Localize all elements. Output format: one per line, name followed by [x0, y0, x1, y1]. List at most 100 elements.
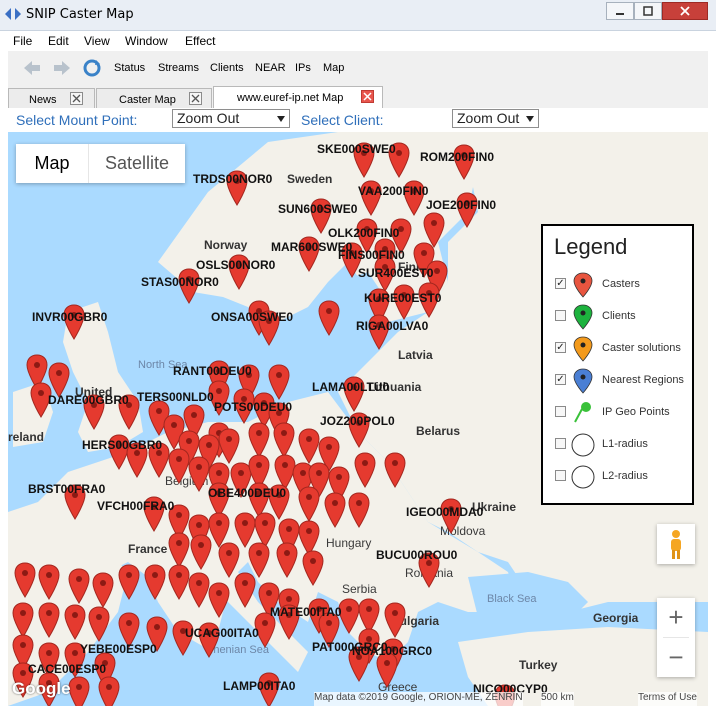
caster-pin-icon[interactable]	[144, 564, 166, 600]
caster-pin-icon[interactable]	[384, 452, 406, 488]
refresh-icon[interactable]	[82, 58, 102, 78]
legend-checkbox[interactable]	[555, 406, 566, 417]
tab-caster-map[interactable]: Caster Map	[96, 88, 212, 108]
station-label: SUN600SWE0	[278, 202, 358, 216]
close-window-button[interactable]	[662, 2, 708, 20]
place-label: Black Sea	[487, 593, 537, 605]
legend-item: Clients	[555, 304, 685, 330]
toolbar-streams[interactable]: Streams	[158, 62, 199, 74]
caster-pin-icon[interactable]	[68, 676, 90, 706]
tab-news[interactable]: News	[8, 88, 95, 108]
caster-pin-icon[interactable]	[38, 564, 60, 600]
toolbar-clients[interactable]: Clients	[210, 62, 244, 74]
caster-pin-icon[interactable]	[168, 532, 190, 568]
client-select[interactable]: Zoom Out	[452, 109, 539, 128]
legend-checkbox[interactable]: ✓	[555, 278, 566, 289]
orange-pin-icon	[573, 336, 593, 362]
place-label: Belarus	[416, 424, 461, 438]
client-value: Zoom Out	[457, 110, 520, 126]
terms-link[interactable]: Terms of Use	[638, 692, 697, 706]
menu-file[interactable]: File	[13, 34, 32, 48]
tab-euref-map[interactable]: www.euref-ip.net Map	[213, 86, 383, 108]
caster-pin-icon[interactable]	[324, 492, 346, 528]
caster-pin-icon[interactable]	[118, 564, 140, 600]
caster-pin-icon[interactable]	[273, 422, 295, 458]
station-label: POTS00DEU0	[214, 400, 293, 414]
map-type-map-button[interactable]: Map	[16, 144, 88, 183]
legend-label: IP Geo Points	[602, 406, 670, 418]
maximize-button[interactable]	[634, 2, 662, 20]
client-label: Select Client:	[301, 112, 384, 128]
zoom-in-button[interactable]: +	[657, 598, 695, 637]
legend-title: Legend	[554, 234, 628, 259]
legend-checkbox[interactable]	[555, 438, 566, 449]
caster-pin-icon[interactable]	[38, 602, 60, 638]
caster-pin-icon[interactable]	[190, 534, 212, 570]
place-label: Norway	[204, 238, 248, 252]
zoom-out-button[interactable]: −	[657, 638, 695, 677]
caster-pin-icon[interactable]	[298, 486, 320, 522]
back-arrow-icon[interactable]	[22, 58, 42, 78]
caster-pin-icon[interactable]	[276, 542, 298, 578]
caster-pin-icon[interactable]	[68, 568, 90, 604]
caster-pin-icon[interactable]	[168, 564, 190, 600]
caster-pin-icon[interactable]	[218, 428, 240, 464]
caster-pin-icon[interactable]	[298, 428, 320, 464]
station-label: IGEO00MDA0	[406, 505, 484, 519]
menu-edit[interactable]: Edit	[48, 34, 69, 48]
caster-pin-icon[interactable]	[354, 452, 376, 488]
caster-pin-icon[interactable]	[234, 572, 256, 608]
legend-item: L1-radius	[555, 432, 685, 458]
place-label: Georgia	[593, 611, 639, 625]
tab-close-button[interactable]	[361, 90, 374, 103]
map-type-control: Map Satellite	[16, 144, 185, 183]
caster-pin-icon[interactable]	[168, 448, 190, 484]
map-type-satellite-button[interactable]: Satellite	[88, 144, 185, 183]
place-label: Turkey	[519, 658, 558, 672]
station-label: INVR00GBR0	[32, 310, 108, 324]
legend-checkbox[interactable]	[555, 310, 566, 321]
legend-checkbox[interactable]: ✓	[555, 374, 566, 385]
caster-pin-icon[interactable]	[14, 562, 36, 598]
legend-checkbox[interactable]: ✓	[555, 342, 566, 353]
station-label: YEBE00ESP0	[80, 642, 157, 656]
toolbar-status[interactable]: Status	[114, 62, 145, 74]
google-logo: Google	[12, 679, 71, 698]
caster-pin-icon[interactable]	[384, 602, 406, 638]
street-view-pegman-button[interactable]	[657, 524, 695, 564]
caster-pin-icon[interactable]	[188, 456, 210, 492]
menu-effect[interactable]: Effect	[185, 34, 215, 48]
tab-close-button[interactable]	[189, 92, 202, 105]
toolbar-ips[interactable]: IPs	[295, 62, 311, 74]
menu-view[interactable]: View	[84, 34, 110, 48]
caster-pin-icon[interactable]	[348, 492, 370, 528]
caster-pin-icon[interactable]	[302, 550, 324, 586]
menu-window[interactable]: Window	[125, 34, 168, 48]
minimize-button[interactable]	[606, 2, 634, 20]
caster-pin-icon[interactable]	[88, 606, 110, 642]
caster-pin-icon[interactable]	[92, 572, 114, 608]
tab-close-button[interactable]	[70, 92, 83, 105]
caster-pin-icon[interactable]	[12, 602, 34, 638]
tab-label: News	[29, 94, 57, 106]
toolbar-near[interactable]: NEAR	[255, 62, 286, 74]
caster-pin-icon[interactable]	[64, 604, 86, 640]
menu-bar: File Edit View Window Effect	[8, 31, 708, 51]
legend-label: Clients	[602, 310, 636, 322]
legend-panel: Legend ✓ Casters Clients ✓ Caster solutions ✓…	[541, 224, 694, 505]
forward-arrow-icon[interactable]	[52, 58, 72, 78]
map-canvas[interactable]: Map Satellite Sweden Norway Finland Nort…	[8, 132, 708, 706]
station-label: OLK200FIN0	[328, 226, 400, 240]
caster-pin-icon[interactable]	[318, 300, 340, 336]
station-label: HERS00GBR0	[82, 438, 163, 452]
mount-point-select[interactable]: Zoom Out	[172, 109, 290, 128]
caster-pin-icon[interactable]	[188, 572, 210, 608]
toolbar-map[interactable]: Map	[323, 62, 344, 74]
station-label: DARE00GBR0	[48, 393, 129, 407]
place-label: Sweden	[287, 172, 333, 186]
caster-pin-icon[interactable]	[208, 582, 230, 618]
caster-pin-icon[interactable]	[98, 676, 120, 706]
circle-icon	[571, 433, 595, 457]
caster-pin-icon[interactable]	[248, 422, 270, 458]
legend-checkbox[interactable]	[555, 470, 566, 481]
